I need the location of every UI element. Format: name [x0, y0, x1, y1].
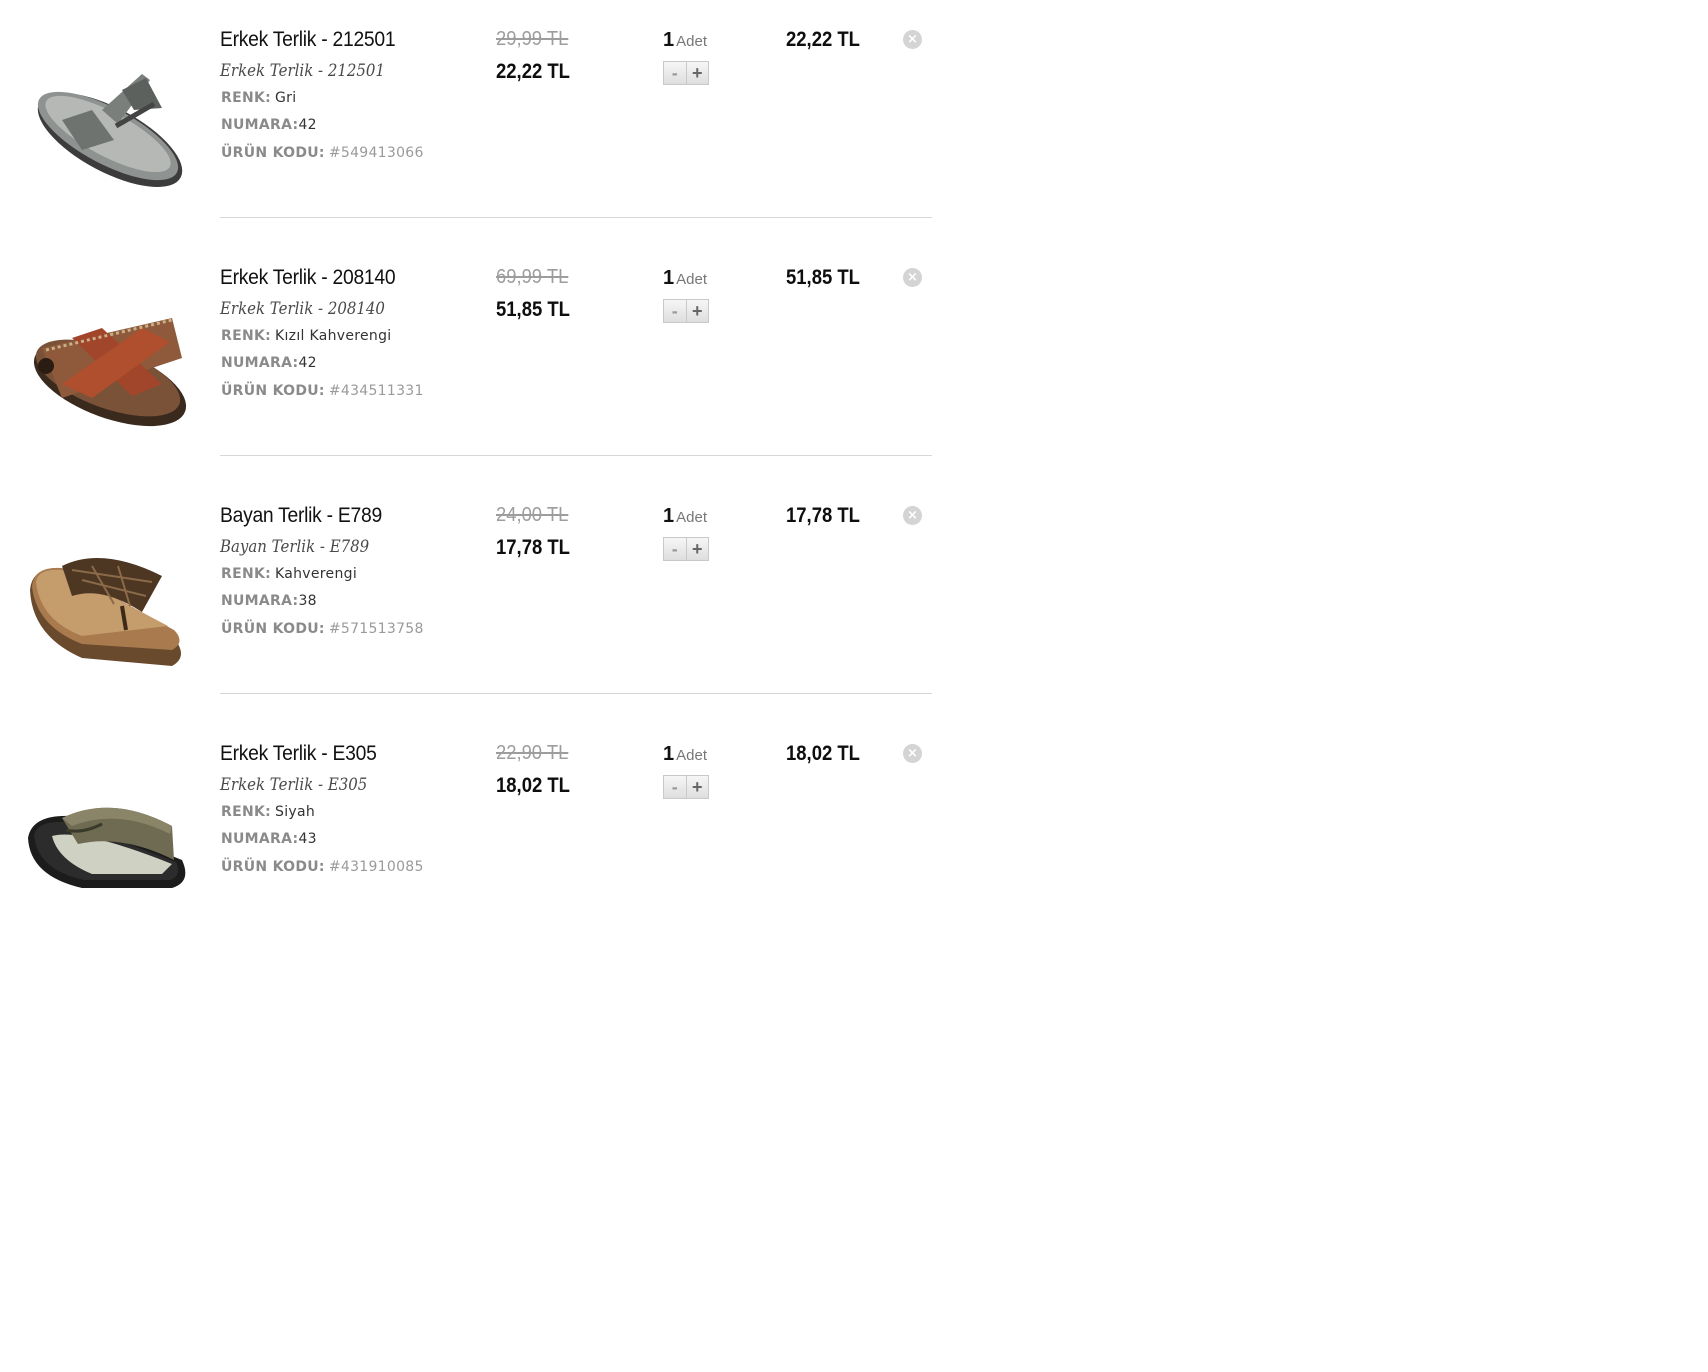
- product-image[interactable]: [22, 288, 194, 438]
- decrease-quantity-button[interactable]: -: [664, 776, 687, 798]
- black-slide-sandal-icon: [28, 807, 186, 888]
- increase-quantity-button[interactable]: +: [687, 300, 709, 322]
- code-value: #434511331: [328, 383, 424, 399]
- line-total: 18,02 TL: [786, 742, 860, 765]
- product-size: NUMARA:42: [221, 117, 317, 133]
- product-color: RENK: Siyah: [221, 804, 315, 820]
- product-title[interactable]: Erkek Terlik - 208140: [220, 266, 396, 290]
- color-value: Siyah: [275, 804, 316, 820]
- code-label: ÜRÜN KODU:: [221, 145, 325, 161]
- quantity-unit: Adet: [676, 271, 707, 288]
- size-value: 42: [298, 355, 317, 371]
- code-label: ÜRÜN KODU:: [221, 859, 325, 875]
- new-price: 18,02 TL: [496, 774, 570, 797]
- cart-item: Erkek Terlik - 212501 Erkek Terlik - 212…: [0, 10, 940, 248]
- code-value: #571513758: [328, 621, 424, 637]
- color-value: Gri: [275, 90, 297, 106]
- increase-quantity-button[interactable]: +: [687, 776, 709, 798]
- quantity-value: 1: [663, 267, 675, 289]
- divider: [220, 217, 932, 218]
- line-total: 51,85 TL: [786, 266, 860, 289]
- size-label: NUMARA:: [221, 117, 299, 133]
- color-value: Kızıl Kahverengi: [275, 328, 392, 344]
- increase-quantity-button[interactable]: +: [687, 62, 709, 84]
- product-image[interactable]: [22, 764, 194, 914]
- quantity-stepper: - +: [663, 299, 709, 323]
- product-image[interactable]: [22, 526, 194, 676]
- product-size: NUMARA:42: [221, 355, 317, 371]
- size-value: 38: [298, 593, 317, 609]
- quantity-display: 1 Adet: [663, 743, 707, 766]
- color-label: RENK:: [221, 328, 272, 344]
- quantity-value: 1: [663, 743, 675, 765]
- increase-quantity-button[interactable]: +: [687, 538, 709, 560]
- quantity-value: 1: [663, 505, 675, 527]
- color-label: RENK:: [221, 566, 272, 582]
- size-label: NUMARA:: [221, 355, 299, 371]
- remove-item-close-icon[interactable]: ×: [903, 268, 922, 287]
- product-title[interactable]: Bayan Terlik - E789: [220, 504, 382, 528]
- size-label: NUMARA:: [221, 831, 299, 847]
- remove-item-close-icon[interactable]: ×: [903, 744, 922, 763]
- product-subtitle: Erkek Terlik - 212501: [220, 61, 385, 81]
- color-label: RENK:: [221, 804, 272, 820]
- product-size: NUMARA:38: [221, 593, 317, 609]
- divider: [220, 455, 932, 456]
- cart-item: Erkek Terlik - 208140 Erkek Terlik - 208…: [0, 248, 940, 486]
- product-subtitle: Erkek Terlik - E305: [220, 775, 368, 795]
- remove-item-close-icon[interactable]: ×: [903, 30, 922, 49]
- remove-item-close-icon[interactable]: ×: [903, 506, 922, 525]
- size-label: NUMARA:: [221, 593, 299, 609]
- size-value: 43: [298, 831, 317, 847]
- code-value: #549413066: [328, 145, 424, 161]
- code-label: ÜRÜN KODU:: [221, 621, 325, 637]
- quantity-display: 1 Adet: [663, 505, 707, 528]
- quantity-unit: Adet: [676, 747, 707, 764]
- decrease-quantity-button[interactable]: -: [664, 538, 687, 560]
- color-value: Kahverengi: [275, 566, 358, 582]
- old-price: 22,90 TL: [496, 742, 569, 764]
- product-color: RENK: Kızıl Kahverengi: [221, 328, 391, 344]
- size-value: 42: [298, 117, 317, 133]
- old-price: 69,99 TL: [496, 266, 569, 288]
- product-color: RENK: Gri: [221, 90, 296, 106]
- product-title[interactable]: Erkek Terlik - 212501: [220, 28, 396, 52]
- quantity-stepper: - +: [663, 537, 709, 561]
- code-label: ÜRÜN KODU:: [221, 383, 325, 399]
- quantity-value: 1: [663, 29, 675, 51]
- decrease-quantity-button[interactable]: -: [664, 300, 687, 322]
- old-price: 29,99 TL: [496, 28, 569, 50]
- cart-item: Bayan Terlik - E789 Bayan Terlik - E789 …: [0, 486, 940, 724]
- quantity-display: 1 Adet: [663, 29, 707, 52]
- brown-cross-strap-sandal-icon: [33, 318, 187, 427]
- product-size: NUMARA:43: [221, 831, 317, 847]
- quantity-unit: Adet: [676, 33, 707, 50]
- gray-flip-flop-icon: [37, 74, 183, 187]
- product-color: RENK: Kahverengi: [221, 566, 357, 582]
- product-code: ÜRÜN KODU: #549413066: [221, 145, 424, 161]
- brown-wedge-flip-flop-icon: [30, 558, 181, 666]
- quantity-display: 1 Adet: [663, 267, 707, 290]
- new-price: 22,22 TL: [496, 60, 570, 83]
- cart-item: Erkek Terlik - E305 Erkek Terlik - E305 …: [0, 724, 940, 962]
- decrease-quantity-button[interactable]: -: [664, 62, 687, 84]
- code-value: #431910085: [328, 859, 424, 875]
- product-code: ÜRÜN KODU: #571513758: [221, 621, 424, 637]
- line-total: 22,22 TL: [786, 28, 860, 51]
- color-label: RENK:: [221, 90, 272, 106]
- product-subtitle: Bayan Terlik - E789: [220, 537, 370, 557]
- product-subtitle: Erkek Terlik - 208140: [220, 299, 385, 319]
- product-code: ÜRÜN KODU: #431910085: [221, 859, 424, 875]
- quantity-stepper: - +: [663, 61, 709, 85]
- new-price: 17,78 TL: [496, 536, 570, 559]
- old-price: 24,00 TL: [496, 504, 569, 526]
- quantity-stepper: - +: [663, 775, 709, 799]
- new-price: 51,85 TL: [496, 298, 570, 321]
- product-title[interactable]: Erkek Terlik - E305: [220, 742, 377, 766]
- line-total: 17,78 TL: [786, 504, 860, 527]
- product-code: ÜRÜN KODU: #434511331: [221, 383, 424, 399]
- quantity-unit: Adet: [676, 509, 707, 526]
- divider: [220, 693, 932, 694]
- product-image[interactable]: [22, 50, 194, 200]
